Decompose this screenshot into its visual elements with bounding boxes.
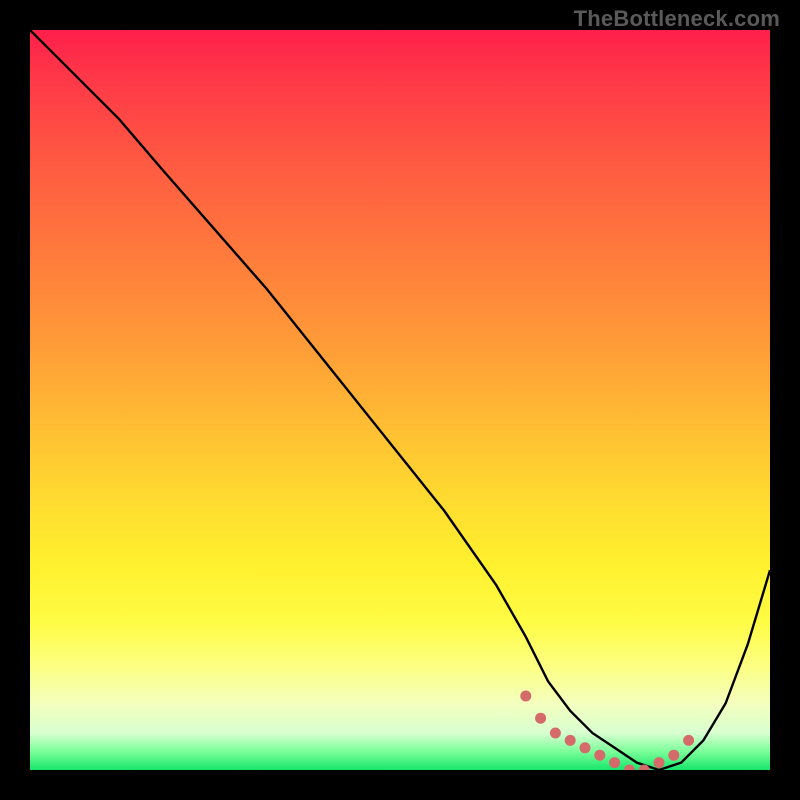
marker-point [580, 742, 591, 753]
plot-area [30, 30, 770, 770]
curve-svg [30, 30, 770, 770]
bottleneck-curve [30, 30, 770, 770]
chart-frame: TheBottleneck.com [0, 0, 800, 800]
marker-point [668, 750, 679, 761]
marker-point [654, 757, 665, 768]
marker-point [565, 735, 576, 746]
marker-point [683, 735, 694, 746]
watermark-text: TheBottleneck.com [574, 6, 780, 32]
marker-point [520, 691, 531, 702]
marker-point [535, 713, 546, 724]
marker-group [520, 691, 694, 771]
marker-point [609, 757, 620, 768]
marker-point [594, 750, 605, 761]
marker-point [624, 765, 635, 771]
marker-point [550, 728, 561, 739]
